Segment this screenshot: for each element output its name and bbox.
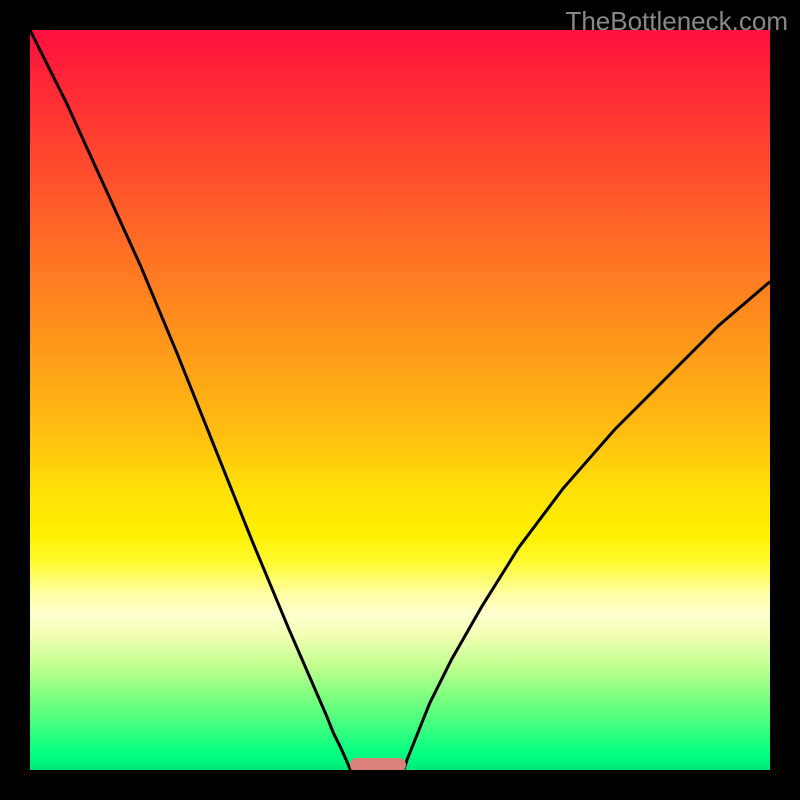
watermark-text: TheBottleneck.com xyxy=(565,6,788,37)
right-curve xyxy=(404,282,770,770)
chart-container: TheBottleneck.com xyxy=(0,0,800,800)
left-curve xyxy=(30,30,350,770)
plot-area xyxy=(30,30,770,770)
bottleneck-marker xyxy=(350,758,406,770)
curves-svg xyxy=(30,30,770,770)
